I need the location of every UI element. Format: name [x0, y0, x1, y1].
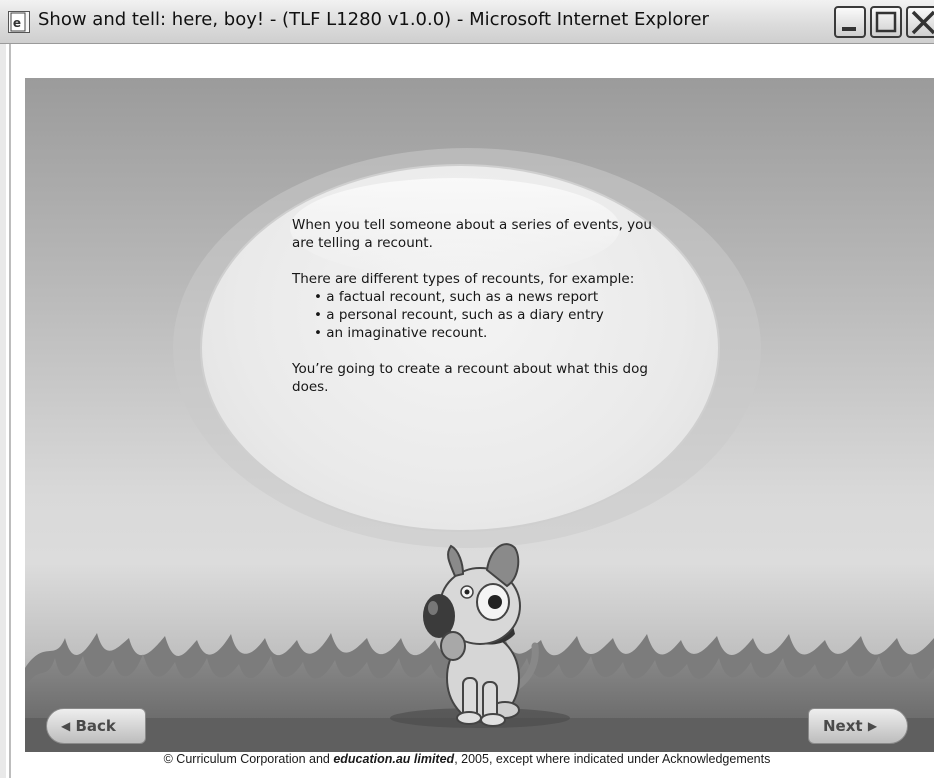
footer-suffix: , 2005, except where indicated under Ack…: [454, 752, 771, 766]
activity-stage: When you tell someone about a series of …: [25, 78, 934, 752]
window-title: Show and tell: here, boy! - (TLF L1280 v…: [38, 9, 709, 30]
title-bar[interactable]: e Show and tell: here, boy! - (TLF L1280…: [0, 0, 934, 44]
maximize-icon: [875, 11, 897, 33]
next-button[interactable]: Next ▶: [808, 708, 908, 744]
footer-prefix: © Curriculum Corporation and: [163, 752, 334, 766]
svg-text:e: e: [13, 16, 21, 30]
close-icon: [911, 10, 934, 35]
dog-ear: [447, 544, 465, 578]
dog-illustration: [423, 543, 539, 727]
back-button[interactable]: ◀ Back: [46, 708, 146, 744]
left-arrow-icon: ◀: [61, 719, 71, 733]
footer-emphasis: education.au limited: [333, 752, 455, 766]
close-button[interactable]: [906, 6, 934, 38]
next-button-label: Next: [823, 717, 863, 735]
dog-eye: [488, 595, 502, 609]
right-arrow-icon: ▶: [867, 719, 878, 733]
minimize-button[interactable]: [834, 6, 866, 38]
back-button-label: Back: [75, 717, 116, 735]
copyright-footer: © Curriculum Corporation and education.a…: [0, 752, 934, 766]
browser-window: e Show and tell: here, boy! - (TLF L1280…: [0, 0, 934, 778]
maximize-button[interactable]: [870, 6, 902, 38]
ie-page-icon[interactable]: e: [8, 11, 30, 33]
minimize-icon: [842, 27, 856, 31]
